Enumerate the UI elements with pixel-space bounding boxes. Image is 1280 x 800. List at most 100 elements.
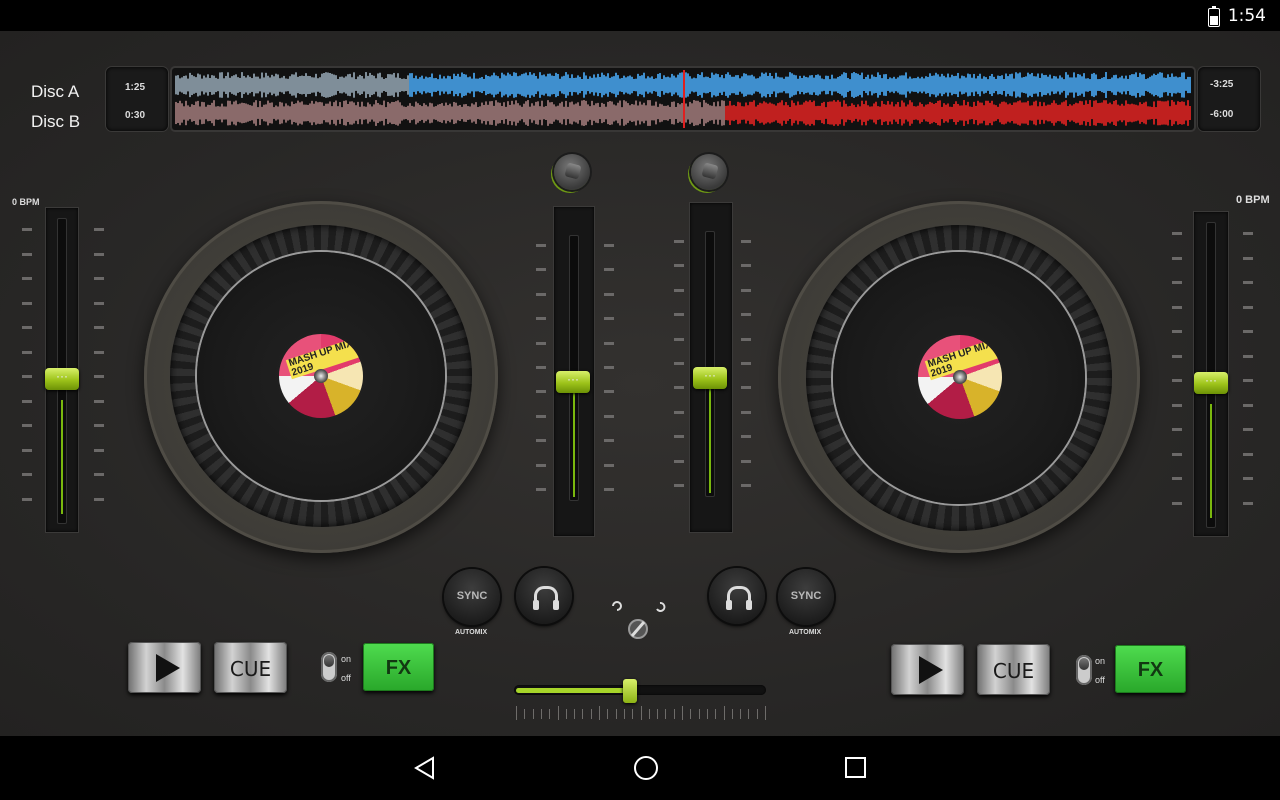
left-pitch-knob[interactable] [45,368,79,390]
waveform-bar [1189,76,1191,94]
left-headphone-cue-button[interactable] [516,568,572,624]
right-cue-button[interactable]: CUE [977,644,1050,695]
crossfader-reset-icon[interactable] [608,598,670,642]
recents-icon[interactable] [843,755,869,781]
waveform-bar [711,72,713,98]
left-fx-toggle[interactable] [321,652,337,682]
waveform-bar [759,102,761,124]
crossfader-tick [756,709,758,719]
waveform-bar [331,106,333,120]
waveform-bar [721,100,723,126]
waveform-bar [1005,102,1007,124]
crossfader-tick [516,706,517,720]
waveform-bar [981,102,983,124]
waveform-bar [891,78,893,92]
waveform-bar [843,100,845,126]
waveform-bar [1169,77,1171,93]
right-sync-button[interactable]: SYNC [778,569,834,625]
waveform-bar [463,104,465,122]
left-play-button[interactable] [128,642,201,693]
waveform-bar [1147,78,1149,92]
waveform-bar [271,74,273,96]
channel-a-volume-slider[interactable] [554,207,594,536]
back-icon[interactable] [412,755,438,781]
waveform-bar [221,103,223,123]
waveform-bar [345,100,347,126]
disc-b-label: Disc B [31,112,81,131]
right-pitch-slider[interactable] [1194,212,1228,536]
waveform-bar [371,74,373,96]
waveform-bar [951,106,953,120]
waveform-bar [1167,74,1169,96]
channel-a-gain-knob[interactable] [554,154,590,190]
left-fx-button[interactable]: FX [363,643,434,691]
right-headphone-cue-button[interactable] [709,568,765,624]
crossfader-tick [748,709,750,719]
waveform-bar [339,102,341,124]
home-icon[interactable] [632,754,660,782]
waveform-bar [465,74,467,96]
right-fx-button[interactable]: FX [1115,645,1186,693]
waveform-bar [927,104,929,122]
channel-b-volume-knob[interactable] [693,367,727,389]
waveform-bar [395,101,397,125]
waveform-bar [227,72,229,98]
left-cue-button[interactable]: CUE [214,642,287,693]
crossfader-tick [715,709,717,719]
waveform-bar [909,76,911,94]
slider-tick [1243,379,1253,383]
waveform-bar [1067,106,1069,120]
slider-tick [1172,379,1182,383]
waveform-bar [1041,106,1043,120]
waveform-display[interactable] [172,68,1194,130]
waveform-bar [349,73,351,97]
waveform-bar [685,72,687,98]
channel-a-volume-knob[interactable] [556,371,590,393]
crossfader-knob[interactable] [622,679,637,703]
waveform-bar [991,73,993,97]
waveform-bar [455,75,457,95]
waveform-bar [635,78,637,92]
right-turntable[interactable]: MASH UP MIX 2019 [778,201,1140,553]
left-pitch-slider[interactable] [45,208,79,532]
waveform-bar [955,101,957,125]
waveform-bar [219,72,221,98]
waveform-bar [491,75,493,95]
waveform-bar [977,75,979,95]
waveform-bar [413,106,415,120]
right-pitch-knob[interactable] [1194,372,1228,394]
waveform-bar [1047,104,1049,122]
waveform-bar [251,78,253,92]
waveform-bar [1103,100,1105,126]
waveform-bar [959,105,961,121]
waveform-bar [1095,74,1097,96]
waveform-bar [1177,101,1179,125]
waveform-bar [217,78,219,92]
waveform-bar [253,102,255,124]
waveform-bar [841,74,843,96]
left-sync-button[interactable]: SYNC [444,569,500,625]
status-bar: 1:54 [0,0,1280,31]
waveform-bar [217,106,219,120]
channel-b-gain-knob[interactable] [691,154,727,190]
waveform-bar [717,74,719,96]
waveform-bar [347,74,349,96]
waveform-bar [663,105,665,121]
waveform-bar [773,78,775,92]
waveform-bar [203,102,205,124]
waveform-bar [565,100,567,126]
waveform-bar [1081,101,1083,125]
waveform-bar [1023,102,1025,124]
waveform-bar [391,101,393,125]
waveform-bar [795,75,797,95]
right-fx-toggle[interactable] [1076,655,1092,685]
waveform-bar [1123,105,1125,121]
waveform-bar [925,76,927,94]
right-play-button[interactable] [891,644,964,695]
waveform-bar [555,106,557,120]
slider-tick [674,240,684,243]
slider-tick [674,459,684,463]
channel-b-volume-slider[interactable] [690,203,732,532]
left-turntable[interactable]: MASH UP MIX 2019 [144,201,498,553]
crossfader-tick [682,706,683,720]
